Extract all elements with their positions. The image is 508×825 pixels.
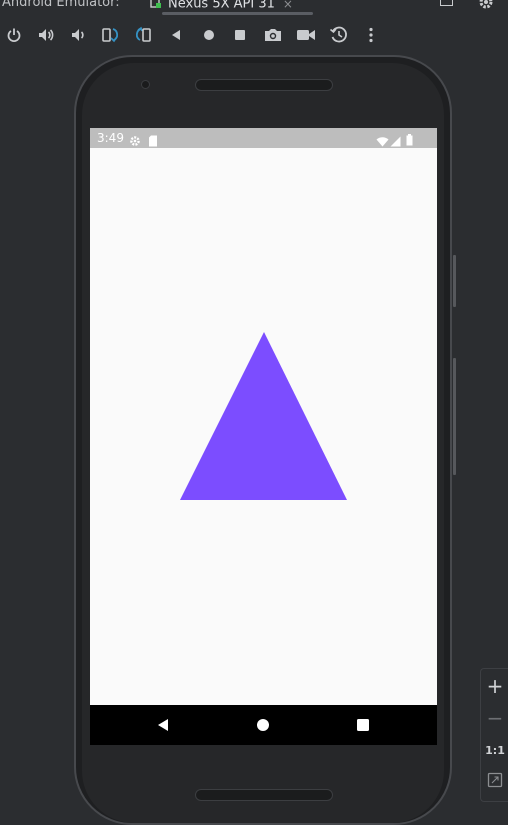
volume-down-button[interactable]: [67, 24, 89, 46]
volume-up-icon: [39, 29, 54, 41]
fit-screen-icon: [487, 772, 503, 788]
purple-triangle: [180, 332, 347, 500]
device-icon: [150, 0, 162, 13]
home-button[interactable]: [198, 24, 220, 46]
tool-window-title: Android Emulator:: [2, 0, 120, 10]
nav-overview-icon: [357, 719, 369, 731]
power-icon: [7, 28, 21, 42]
top-speaker: [195, 79, 333, 91]
power-button[interactable]: [3, 24, 25, 46]
snapshot-button[interactable]: [328, 24, 350, 46]
navigation-bar: [90, 705, 437, 745]
volume-side-button: [453, 358, 456, 475]
nav-back-button[interactable]: [152, 715, 174, 735]
more-vertical-icon: [369, 27, 373, 43]
tab-underline: [162, 12, 313, 15]
emulator-toolbar: [0, 22, 508, 48]
tab-close-icon[interactable]: ×: [283, 0, 293, 11]
rotate-left-icon: [102, 28, 119, 43]
nav-back-icon: [158, 719, 168, 731]
screen-record-button[interactable]: [295, 24, 317, 46]
rotate-right-button[interactable]: [133, 24, 155, 46]
screenshot-button[interactable]: [262, 24, 284, 46]
tool-window-header: Android Emulator: Nexus 5X API 31 ×: [0, 0, 508, 15]
zoom-out-button[interactable]: −: [481, 705, 508, 731]
bottom-speaker: [195, 789, 333, 801]
more-options-button[interactable]: [360, 24, 382, 46]
overview-button[interactable]: [229, 24, 251, 46]
rotate-right-icon: [135, 26, 151, 42]
power-side-button: [453, 255, 456, 307]
zoom-to-fit-button[interactable]: [481, 767, 508, 793]
camera-icon: [265, 29, 281, 41]
home-icon: [204, 30, 214, 40]
status-time: 3:49: [97, 131, 124, 145]
device-screen[interactable]: 3:49: [90, 128, 437, 745]
restore-window-icon[interactable]: [440, 0, 453, 6]
zoom-panel: + − 1:1: [480, 668, 508, 802]
actual-size-button[interactable]: 1:1: [481, 737, 508, 763]
volume-up-button[interactable]: [35, 24, 57, 46]
nav-home-button[interactable]: [252, 715, 274, 735]
video-camera-icon: [297, 30, 315, 40]
volume-down-icon: [72, 29, 84, 41]
app-canvas: [90, 148, 437, 705]
snapshot-icon: [329, 26, 347, 43]
front-camera: [141, 80, 150, 89]
settings-gear-icon[interactable]: [478, 0, 494, 14]
back-button[interactable]: [165, 24, 187, 46]
zoom-in-button[interactable]: +: [481, 673, 508, 699]
rotate-left-button[interactable]: [99, 24, 121, 46]
nav-overview-button[interactable]: [352, 715, 374, 735]
device-tab-label: Nexus 5X API 31: [168, 0, 275, 12]
nav-home-icon: [257, 719, 269, 731]
back-icon: [172, 30, 180, 40]
status-bar: 3:49: [90, 128, 437, 148]
overview-icon: [235, 30, 245, 40]
